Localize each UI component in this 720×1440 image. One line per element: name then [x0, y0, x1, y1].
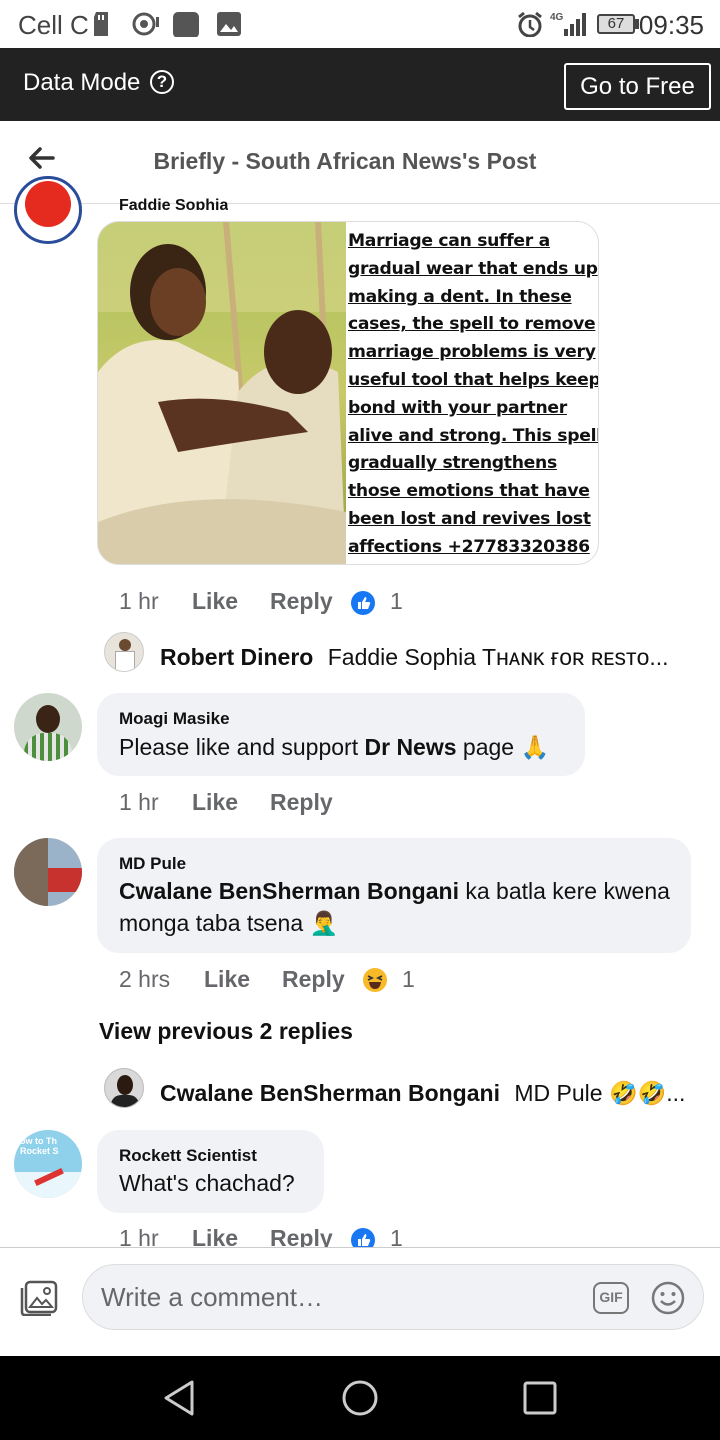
text-segment: ka batla kere kwena: [458, 878, 670, 904]
hotspot-icon: [132, 12, 159, 36]
like-button[interactable]: Like: [192, 1225, 238, 1247]
caption-line: those emotions that have: [348, 481, 590, 502]
comment-image[interactable]: Marriage can suffer a gradual wear that …: [97, 221, 599, 565]
reply-preview[interactable]: Robert Dinero Faddie Sophia Tʜᴀɴᴋ ғᴏʀ ʀᴇ…: [160, 644, 700, 671]
comment-author[interactable]: Rockett Scientist: [119, 1146, 257, 1166]
recents-nav-icon[interactable]: [522, 1380, 558, 1416]
home-nav-icon[interactable]: [340, 1378, 380, 1418]
battery-icon: 67: [597, 14, 635, 34]
system-nav-bar: [0, 1356, 720, 1440]
photo-attach-icon[interactable]: [20, 1280, 60, 1316]
sd-card-icon: [94, 12, 108, 36]
avatar[interactable]: [14, 693, 82, 761]
caption-line: making a dent. In these: [348, 286, 572, 307]
image-caption: Marriage can suffer a gradual wear that …: [348, 228, 598, 562]
comment-input[interactable]: Write a comment… GIF: [82, 1264, 704, 1330]
text-segment: page 🙏: [456, 734, 550, 760]
text-segment: Please like and support: [119, 734, 365, 760]
avatar[interactable]: [104, 632, 144, 672]
caption-line: gradual wear that ends up: [348, 258, 598, 279]
reply-text: Faddie Sophia Tʜᴀɴᴋ ғᴏʀ ʀᴇsᴛᴏ...: [327, 644, 669, 670]
status-bar: Cell C 4G 67 09:35: [0, 0, 720, 48]
comment-time: 1 hr: [119, 1225, 159, 1247]
comment-time: 1 hr: [119, 588, 159, 614]
caption-line: useful tool that helps keep: [348, 369, 599, 390]
reply-author[interactable]: Robert Dinero: [160, 644, 313, 670]
text-segment: monga taba tsena 🤦‍♂️: [119, 910, 339, 936]
like-button[interactable]: Like: [192, 588, 238, 615]
data-mode-bar: Data Mode ? Go to Free: [0, 48, 720, 121]
reply-button[interactable]: Reply: [282, 966, 345, 993]
page-title: Briefly - South African News's Post: [153, 148, 537, 174]
caption-line: gradually strengthens: [348, 453, 557, 474]
comment-author[interactable]: Faddie Sophia: [119, 194, 228, 210]
reply-button[interactable]: Reply: [270, 1225, 333, 1247]
reaction-count[interactable]: 1: [402, 966, 415, 993]
comment-composer: Write a comment… GIF: [0, 1247, 720, 1356]
caption-line: been lost and revives lost: [348, 508, 591, 529]
clipped-meta-row: 1 hr Like Reply 1: [0, 1225, 720, 1247]
couple-photo: [98, 222, 346, 564]
emoji-icon[interactable]: [651, 1281, 685, 1315]
like-button[interactable]: Like: [204, 966, 250, 993]
comment-time: 1 hr: [119, 789, 159, 815]
reaction-count[interactable]: 1: [390, 1225, 403, 1247]
caption-line: bond with your partner: [348, 397, 567, 418]
caption-line: alive and strong. This spell: [348, 425, 599, 446]
avatar-text: ow to Th Rocket S: [20, 1136, 59, 1156]
comment-author[interactable]: MD Pule: [119, 854, 186, 874]
avatar[interactable]: [104, 1068, 144, 1108]
gif-icon[interactable]: GIF: [593, 1282, 629, 1314]
like-reaction-icon[interactable]: [350, 590, 376, 616]
comment-bubble[interactable]: Rockett Scientist What's chachad?: [97, 1130, 324, 1213]
caption-line: cases, the spell to remove: [348, 314, 596, 335]
comment-author[interactable]: Moagi Masike: [119, 709, 230, 729]
haha-reaction-icon[interactable]: [362, 967, 388, 993]
reply-author[interactable]: Cwalane BenSherman Bongani: [160, 1080, 500, 1106]
avatar[interactable]: ow to Th Rocket S: [14, 1130, 82, 1198]
data-mode-label: Data Mode: [23, 69, 141, 96]
gallery-icon: [217, 12, 241, 36]
comment-text: What's chachad?: [119, 1170, 295, 1196]
comment-text: Cwalane BenSherman Bongani ka batla kere…: [119, 875, 670, 939]
go-to-free-button[interactable]: Go to Free: [564, 63, 711, 110]
caption-line: marriage problems is very: [348, 342, 596, 363]
alarm-icon: [518, 11, 542, 37]
post-header: Briefly - South African News's Post: [0, 121, 720, 204]
avatar[interactable]: [14, 176, 82, 244]
comment-time: 2 hrs: [119, 966, 171, 992]
carrier-name: Cell C: [18, 10, 89, 40]
caption-line: Marriage can suffer a: [348, 231, 550, 251]
user-mention[interactable]: Cwalane BenSherman Bongani: [119, 878, 459, 904]
view-previous-replies-link[interactable]: View previous 2 replies: [99, 1018, 353, 1045]
reaction-count[interactable]: 1: [390, 588, 403, 615]
like-reaction-icon[interactable]: [350, 1227, 376, 1247]
like-button[interactable]: Like: [192, 789, 238, 816]
caption-line: affections +27783320386: [348, 536, 590, 557]
comment-bubble[interactable]: MD Pule Cwalane BenSherman Bongani ka ba…: [97, 838, 691, 953]
reply-button[interactable]: Reply: [270, 588, 333, 615]
help-icon[interactable]: ?: [150, 70, 174, 94]
comment-text: Please like and support Dr News page 🙏: [119, 731, 549, 763]
back-nav-icon[interactable]: [160, 1378, 200, 1418]
reply-button[interactable]: Reply: [270, 789, 333, 816]
clock: 09:35: [638, 10, 704, 40]
reply-preview[interactable]: Cwalane BenSherman Bongani MD Pule 🤣🤣...: [160, 1080, 700, 1107]
comment-bubble[interactable]: Moagi Masike Please like and support Dr …: [97, 693, 585, 776]
page-mention[interactable]: Dr News: [365, 734, 457, 760]
signal-icon: [564, 13, 586, 36]
reply-text: MD Pule 🤣🤣...: [514, 1080, 686, 1106]
avatar[interactable]: [14, 838, 82, 906]
comment-input-placeholder: Write a comment…: [101, 1282, 324, 1312]
app-icon: [173, 12, 199, 37]
